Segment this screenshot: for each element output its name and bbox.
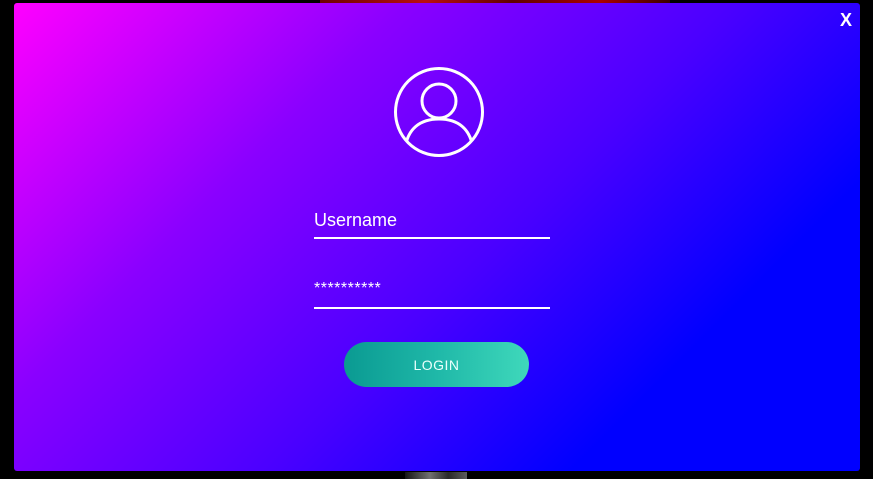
user-circle-icon <box>393 66 485 158</box>
login-button[interactable]: LOGIN <box>344 342 529 387</box>
username-field-wrapper <box>314 206 550 239</box>
close-button[interactable]: X <box>840 11 852 29</box>
username-input[interactable] <box>314 207 550 233</box>
password-field-wrapper <box>314 275 550 309</box>
password-input[interactable] <box>314 276 550 302</box>
login-modal: X LOGIN <box>14 3 860 471</box>
background-content-bottom <box>405 472 467 479</box>
